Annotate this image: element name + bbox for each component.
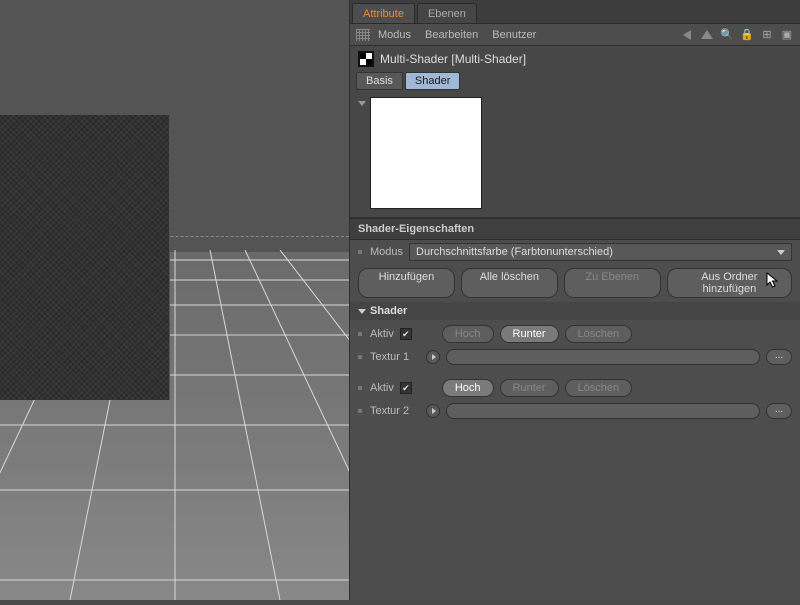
to-layers-button[interactable]: Zu Ebenen [564,268,661,298]
cube-object[interactable] [0,115,170,400]
textur1-browse-button[interactable]: ... [766,349,792,365]
param-marker-icon [358,355,362,359]
textur2-label: Textur 2 [370,405,420,417]
menu-bearbeiten[interactable]: Bearbeiten [425,29,478,41]
chevron-down-icon [777,250,785,255]
param-marker-icon [358,386,362,390]
grip-icon[interactable] [356,29,370,41]
subtab-basis[interactable]: Basis [356,72,403,90]
aktiv-label: Aktiv [370,328,394,340]
hoch-button-2[interactable]: Hoch [442,379,494,397]
menu-benutzer[interactable]: Benutzer [492,29,536,41]
param-marker-icon [358,409,362,413]
add-from-folder-button[interactable]: Aus Ordner hinzufügen [667,268,792,298]
runter-button-2[interactable]: Runter [500,379,559,397]
lock-icon[interactable]: 🔒 [740,28,754,42]
maximize-icon[interactable]: ▣ [780,28,794,42]
param-marker-icon [358,250,362,254]
shader-group-label: Shader [370,305,407,317]
mode-row: Modus Durchschnittsfarbe (Farbtonuntersc… [350,240,800,264]
texture-menu-icon[interactable] [426,404,440,418]
textur2-browse-button[interactable]: ... [766,403,792,419]
add-button[interactable]: Hinzufügen [358,268,455,298]
loeschen-button-2[interactable]: Löschen [565,379,633,397]
sub-tabs: Basis Shader [350,72,800,93]
mode-label: Modus [370,246,403,258]
action-buttons: Hinzufügen Alle löschen Zu Ebenen Aus Or… [350,264,800,302]
hoch-button-1[interactable]: Hoch [442,325,494,343]
tab-ebenen[interactable]: Ebenen [417,3,477,23]
param-marker-icon [358,332,362,336]
aktiv-checkbox-2[interactable]: ✔ [400,382,412,394]
delete-all-button[interactable]: Alle löschen [461,268,558,298]
subtab-shader[interactable]: Shader [405,72,460,90]
mode-value: Durchschnittsfarbe (Farbtonunterschied) [416,246,613,258]
nav-back-icon[interactable] [680,28,694,42]
menu-modus[interactable]: Modus [378,29,411,41]
aktiv-label: Aktiv [370,382,394,394]
shader-entry-1: Aktiv ✔ Hoch Runter Löschen Textur 1 ... [350,320,800,374]
runter-button-1[interactable]: Runter [500,325,559,343]
new-icon[interactable]: ⊞ [760,28,774,42]
textur1-label: Textur 1 [370,351,420,363]
shader-preview[interactable] [370,97,482,209]
panel-tabs: Attribute Ebenen [350,0,800,24]
tab-attribute[interactable]: Attribute [352,3,415,23]
attribute-panel: Attribute Ebenen Modus Bearbeiten Benutz… [349,0,800,600]
textur1-field[interactable] [446,349,760,365]
aktiv-checkbox-1[interactable]: ✔ [400,328,412,340]
mode-dropdown[interactable]: Durchschnittsfarbe (Farbtonunterschied) [409,243,792,261]
object-title: Multi-Shader [Multi-Shader] [380,52,526,66]
preview-row [350,93,800,218]
nav-up-icon[interactable] [700,28,714,42]
loeschen-button-1[interactable]: Löschen [565,325,633,343]
shader-collapse-row[interactable]: Shader [350,302,800,320]
menu-bar: Modus Bearbeiten Benutzer 🔍 🔒 ⊞ ▣ [350,24,800,46]
search-icon[interactable]: 🔍 [720,28,734,42]
texture-menu-icon[interactable] [426,350,440,364]
shader-entry-2: Aktiv ✔ Hoch Runter Löschen Textur 2 ... [350,374,800,428]
preview-collapse-icon[interactable] [358,101,366,106]
collapse-icon [358,309,366,314]
textur2-field[interactable] [446,403,760,419]
section-shader-props: Shader-Eigenschaften [350,218,800,240]
multishader-icon [358,51,374,67]
viewport-3d[interactable] [0,0,349,600]
object-header: Multi-Shader [Multi-Shader] [350,46,800,72]
